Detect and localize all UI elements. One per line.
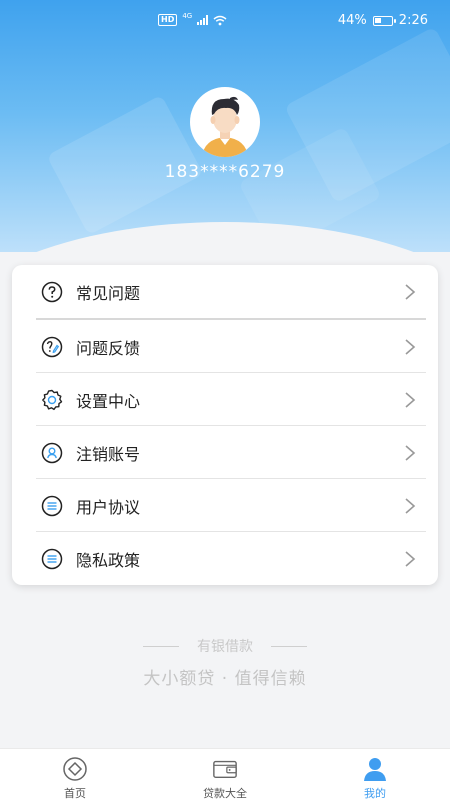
signal-indicators: HD 4G	[158, 12, 227, 26]
avatar-person-icon	[202, 96, 248, 157]
nav-home[interactable]: 首页	[0, 749, 150, 800]
battery-icon	[372, 15, 396, 26]
status-right: 44% 2:26	[338, 13, 428, 28]
chevron-right-icon	[405, 392, 416, 408]
chevron-right-icon	[405, 339, 416, 355]
home-diamond-icon	[62, 756, 88, 782]
hd-badge: HD	[158, 14, 178, 26]
brand-name: 有银借款	[197, 639, 253, 655]
menu-item-faq[interactable]: 常见问题	[36, 265, 426, 318]
list-icon	[40, 494, 64, 518]
menu-card: 常见问题 问题反馈 设置中心 注销账号 用户协议 隐私政策	[12, 265, 438, 585]
nav-label: 我的	[364, 787, 386, 800]
nav-mine[interactable]: 我的	[300, 749, 450, 800]
status-bar: HD 4G 44% 2:26	[0, 0, 450, 42]
settings-gear-icon	[40, 388, 64, 412]
menu-item-feedback[interactable]: 问题反馈	[36, 320, 426, 373]
battery-percent: 44%	[337, 13, 367, 28]
avatar[interactable]	[190, 87, 260, 157]
person-icon	[362, 756, 388, 782]
user-icon	[40, 441, 64, 465]
wallet-icon	[212, 756, 238, 782]
slogan: 大小额贷 · 值得信赖	[143, 669, 307, 689]
menu-item-label: 设置中心	[76, 391, 141, 411]
nav-loans[interactable]: 贷款大全	[150, 749, 300, 800]
chevron-right-icon	[405, 284, 416, 300]
menu-item-label: 隐私政策	[76, 550, 141, 570]
header-curve	[0, 222, 450, 252]
divider-line	[271, 645, 307, 647]
question-icon	[40, 280, 64, 304]
chevron-right-icon	[405, 551, 416, 567]
divider-line	[143, 645, 179, 647]
user-phone: 183****6279	[164, 162, 286, 182]
chevron-right-icon	[405, 445, 416, 461]
network-type: 4G	[182, 12, 193, 20]
bottom-nav: 首页 贷款大全 我的	[0, 748, 450, 800]
menu-item-privacy-policy[interactable]: 隐私政策	[36, 532, 426, 585]
signal-icon	[197, 15, 209, 25]
chevron-right-icon	[405, 498, 416, 514]
nav-label: 贷款大全	[203, 787, 247, 800]
clock: 2:26	[398, 13, 428, 28]
list-icon	[40, 547, 64, 571]
menu-item-close-account[interactable]: 注销账号	[36, 426, 426, 479]
menu-item-label: 问题反馈	[76, 338, 141, 358]
nav-label: 首页	[64, 787, 86, 800]
menu-item-label: 常见问题	[76, 283, 141, 303]
brand-row: 有银借款	[0, 636, 450, 656]
feedback-icon	[40, 335, 64, 359]
menu-item-settings[interactable]: 设置中心	[36, 373, 426, 426]
wifi-icon	[213, 15, 227, 25]
menu-item-user-agreement[interactable]: 用户协议	[36, 479, 426, 532]
menu-item-label: 用户协议	[76, 497, 141, 517]
menu-item-label: 注销账号	[76, 444, 141, 464]
